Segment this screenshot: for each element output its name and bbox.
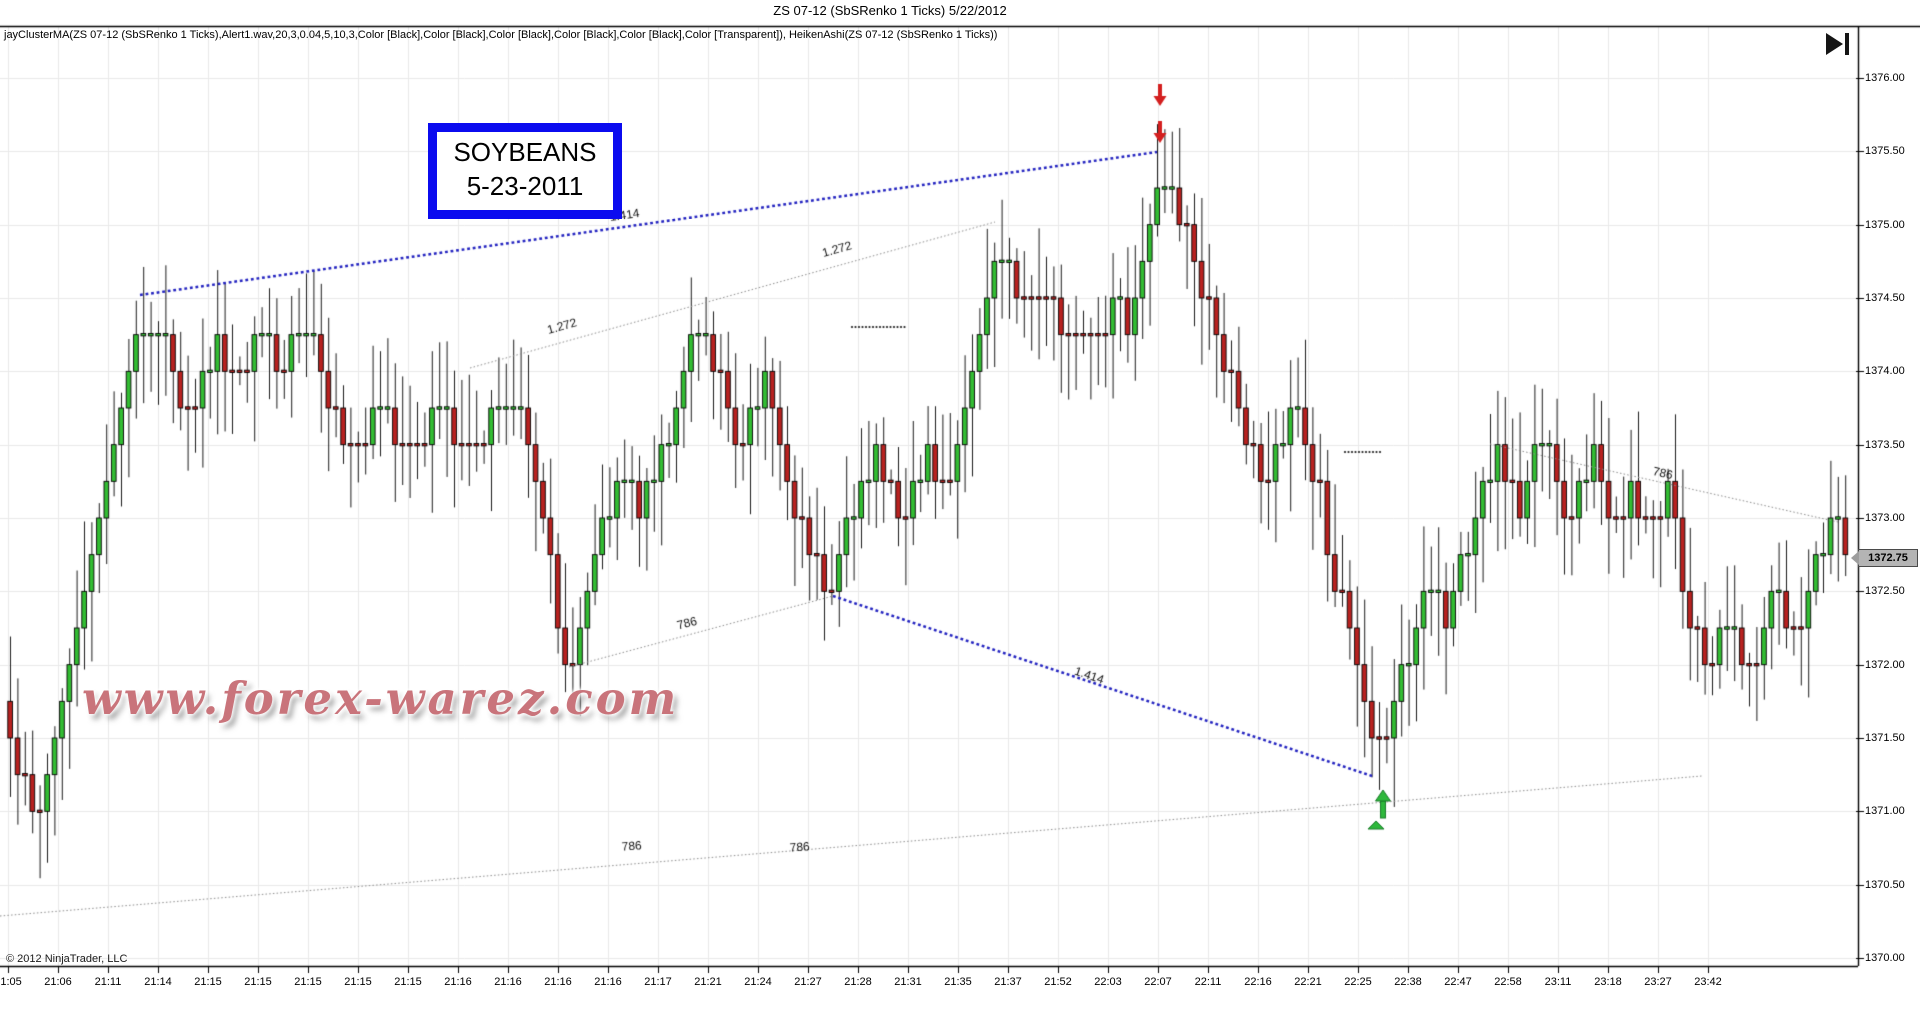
play-to-end-icon[interactable] bbox=[1826, 33, 1849, 55]
annotation-line2: 5-23-2011 bbox=[437, 170, 613, 204]
time-label: 21:16 bbox=[544, 976, 572, 988]
price-chart-canvas[interactable] bbox=[0, 0, 1920, 1015]
price-label: 1375.00 bbox=[1865, 219, 1905, 231]
time-label: 22:16 bbox=[1244, 976, 1272, 988]
price-label: 1370.00 bbox=[1865, 952, 1905, 964]
time-label: 22:25 bbox=[1344, 976, 1372, 988]
watermark: www.forex-warez.com bbox=[82, 672, 679, 725]
chart-title: ZS 07-12 (SbSRenko 1 Ticks) 5/22/2012 bbox=[773, 3, 1006, 18]
time-label: 22:38 bbox=[1394, 976, 1422, 988]
last-price-badge: 1372.75 bbox=[1858, 549, 1918, 567]
price-label: 1371.00 bbox=[1865, 805, 1905, 817]
time-label: 21:15 bbox=[244, 976, 272, 988]
time-label: 22:07 bbox=[1144, 976, 1172, 988]
time-label: 23:42 bbox=[1694, 976, 1722, 988]
time-label: 21:16 bbox=[494, 976, 522, 988]
time-label: 22:47 bbox=[1444, 976, 1472, 988]
play-triangle-icon bbox=[1826, 33, 1843, 55]
time-label: 21:27 bbox=[794, 976, 822, 988]
time-label: 21:17 bbox=[644, 976, 672, 988]
price-label: 1372.00 bbox=[1865, 659, 1905, 671]
time-label: 21:11 bbox=[95, 976, 122, 988]
time-label: 21:15 bbox=[394, 976, 422, 988]
price-label: 1372.50 bbox=[1865, 585, 1905, 597]
time-label: 21:05 bbox=[0, 976, 22, 988]
time-label: 21:06 bbox=[44, 976, 72, 988]
price-label: 1376.00 bbox=[1865, 72, 1905, 84]
price-label: 1375.50 bbox=[1865, 145, 1905, 157]
time-label: 21:15 bbox=[294, 976, 322, 988]
price-label: 1373.50 bbox=[1865, 439, 1905, 451]
time-label: 21:15 bbox=[194, 976, 222, 988]
indicator-label: jayClusterMA(ZS 07-12 (SbSRenko 1 Ticks)… bbox=[4, 29, 997, 41]
price-label: 1373.00 bbox=[1865, 512, 1905, 524]
time-label: 21:16 bbox=[594, 976, 622, 988]
price-label: 1374.00 bbox=[1865, 365, 1905, 377]
time-label: 22:03 bbox=[1094, 976, 1122, 988]
time-label: 23:27 bbox=[1644, 976, 1672, 988]
time-label: 23:11 bbox=[1545, 976, 1572, 988]
time-label: 21:28 bbox=[844, 976, 872, 988]
time-label: 21:14 bbox=[144, 976, 172, 988]
price-label: 1370.50 bbox=[1865, 879, 1905, 891]
soybeans-annotation-box: SOYBEANS 5-23-2011 bbox=[428, 123, 622, 219]
time-label: 21:16 bbox=[444, 976, 472, 988]
time-label: 21:52 bbox=[1044, 976, 1072, 988]
annotation-line1: SOYBEANS bbox=[437, 136, 613, 170]
time-label: 21:37 bbox=[994, 976, 1022, 988]
price-label: 1371.50 bbox=[1865, 732, 1905, 744]
copyright-label: © 2012 NinjaTrader, LLC bbox=[6, 953, 127, 965]
time-label: 21:31 bbox=[894, 976, 922, 988]
time-label: 21:21 bbox=[694, 976, 722, 988]
time-label: 21:24 bbox=[744, 976, 772, 988]
time-label: 22:21 bbox=[1294, 976, 1322, 988]
price-label: 1374.50 bbox=[1865, 292, 1905, 304]
time-label: 22:11 bbox=[1195, 976, 1222, 988]
time-label: 23:18 bbox=[1594, 976, 1622, 988]
time-label: 21:35 bbox=[944, 976, 972, 988]
play-bar-icon bbox=[1845, 33, 1849, 55]
chart-window: ZS 07-12 (SbSRenko 1 Ticks) 5/22/2012 ja… bbox=[0, 0, 1920, 1015]
time-label: 22:58 bbox=[1494, 976, 1522, 988]
time-label: 21:15 bbox=[344, 976, 372, 988]
